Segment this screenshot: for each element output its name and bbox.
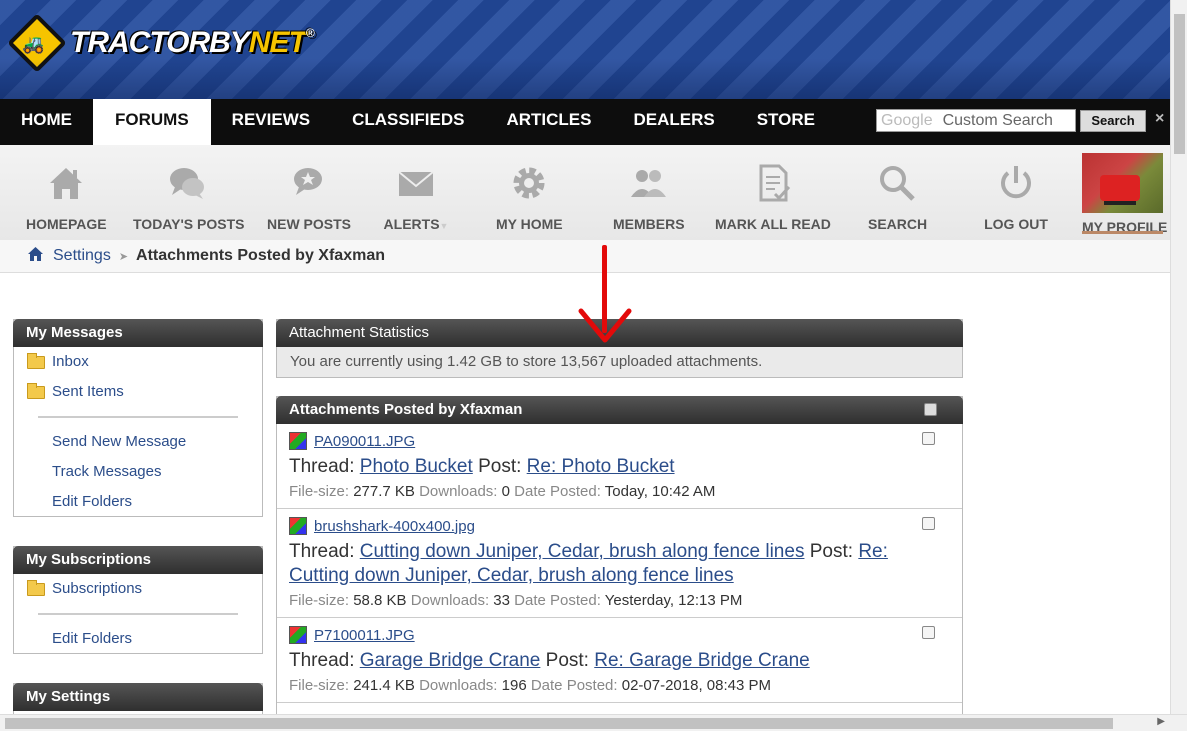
search-placeholder: Custom Search	[942, 111, 1053, 129]
scroll-thumb[interactable]	[5, 718, 1113, 729]
sidebar-messages-title: My Messages	[13, 319, 263, 347]
nav-forums[interactable]: FORUMS	[93, 99, 211, 145]
toolbar-alerts[interactable]: ALERTS▼	[382, 163, 450, 232]
people-icon	[613, 163, 683, 209]
page: 🚜 TRACTORBYNET® HOME FORUMS REVIEWS CLAS…	[0, 0, 1187, 731]
search-input[interactable]: Google Custom Search	[876, 109, 1076, 132]
gear-icon	[496, 163, 562, 209]
thread-link[interactable]: Cutting down Juniper, Cedar, brush along…	[360, 541, 805, 562]
select-all-checkbox[interactable]	[924, 403, 937, 416]
toolbar-homepage[interactable]: HOMEPAGE	[26, 163, 107, 232]
post-link[interactable]: Re: Photo Bucket	[527, 456, 675, 477]
attachment-file-link[interactable]: brushshark-400x400.jpg	[314, 518, 475, 535]
scroll-right-icon[interactable]: ▶	[1157, 716, 1165, 727]
sidebar-my-subscriptions: My Subscriptions Subscriptions Edit Fold…	[13, 546, 263, 654]
toolbar-search[interactable]: SEARCH	[868, 163, 927, 232]
home-icon[interactable]	[28, 246, 43, 266]
envelope-icon	[382, 163, 450, 209]
toolbar-log-out[interactable]: LOG OUT	[984, 163, 1048, 232]
sidebar-settings-title: My Settings	[13, 683, 263, 711]
sidebar-subscriptions-title: My Subscriptions	[13, 546, 263, 574]
attachments-panel: Attachments Posted by Xfaxman PA090011.J…	[276, 396, 963, 726]
sidebar-item-edit-folders[interactable]: Edit Folders	[14, 487, 262, 517]
toolbar-members[interactable]: MEMBERS	[613, 163, 685, 232]
toolbar-new-posts[interactable]: NEW POSTS	[267, 163, 351, 232]
sidebar-item-sent[interactable]: Sent Items	[14, 377, 262, 407]
google-brand-label: Google	[881, 111, 933, 129]
main-nav: HOME FORUMS REVIEWS CLASSIFIEDS ARTICLES…	[0, 99, 1170, 145]
folder-icon	[27, 579, 45, 596]
attachments-title: Attachments Posted by Xfaxman	[276, 396, 963, 424]
image-file-icon	[289, 626, 307, 644]
breadcrumb-settings-link[interactable]: Settings	[53, 247, 111, 265]
breadcrumb-separator-icon: ➤	[118, 250, 129, 263]
profile-underline	[1082, 231, 1163, 234]
row-checkbox[interactable]	[922, 432, 935, 445]
magnifier-icon	[868, 163, 926, 209]
header-banner: 🚜 TRACTORBYNET®	[0, 0, 1170, 99]
house-icon	[26, 163, 106, 209]
attachment-row: P7100011.JPG Thread: Garage Bridge Crane…	[277, 618, 962, 703]
nav-store[interactable]: STORE	[736, 99, 836, 145]
row-checkbox[interactable]	[922, 626, 935, 639]
power-icon	[984, 163, 1048, 209]
toolbar-my-home[interactable]: MY HOME	[496, 163, 563, 232]
dropdown-arrow-icon: ▼	[439, 221, 449, 231]
thread-link[interactable]: Photo Bucket	[360, 456, 473, 477]
attachment-file-link[interactable]: PA090011.JPG	[314, 433, 415, 450]
toolbar-mark-all-read[interactable]: MARK ALL READ	[715, 163, 831, 232]
image-file-icon	[289, 517, 307, 535]
tractor-sign-icon: 🚜	[7, 13, 67, 73]
sidebar-item-track[interactable]: Track Messages	[14, 457, 262, 487]
breadcrumb-current: Attachments Posted by Xfaxman	[136, 247, 385, 264]
nav-classifieds[interactable]: CLASSIFIEDS	[331, 99, 485, 145]
sidebar-item-subscriptions[interactable]: Subscriptions	[14, 574, 262, 604]
sidebar-my-messages: My Messages Inbox Sent Items Send New Me…	[13, 319, 263, 517]
stats-text: You are currently using 1.42 GB to store…	[277, 347, 962, 377]
nav-articles[interactable]: ARTICLES	[485, 99, 612, 145]
search-button[interactable]: Search	[1080, 110, 1146, 132]
post-link[interactable]: Re: Garage Bridge Crane	[594, 650, 809, 671]
annotation-arrow-head	[578, 308, 632, 343]
attachment-file-link[interactable]: P7100011.JPG	[314, 627, 415, 644]
vertical-scrollbar[interactable]	[1170, 0, 1187, 714]
sidebar-item-send-new[interactable]: Send New Message	[14, 427, 262, 457]
logo-text: TRACTORBYNET®	[70, 26, 315, 59]
row-checkbox[interactable]	[922, 517, 935, 530]
site-logo[interactable]: 🚜 TRACTORBYNET®	[7, 13, 315, 73]
thread-link[interactable]: Garage Bridge Crane	[360, 650, 541, 671]
sidebar-divider	[38, 416, 238, 418]
attachment-row: PA090011.JPG Thread: Photo Bucket Post: …	[277, 424, 962, 509]
breadcrumb: Settings ➤ Attachments Posted by Xfaxman	[0, 240, 1170, 273]
checklist-icon	[715, 163, 830, 209]
sidebar-divider	[38, 613, 238, 615]
profile-photo[interactable]	[1082, 153, 1163, 213]
chat-bubbles-icon	[133, 163, 241, 209]
nav-home[interactable]: HOME	[0, 99, 93, 145]
attachment-row: brushshark-400x400.jpg Thread: Cutting d…	[277, 509, 962, 618]
nav-dealers[interactable]: DEALERS	[612, 99, 735, 145]
nav-reviews[interactable]: REVIEWS	[211, 99, 331, 145]
new-chat-icon	[267, 163, 351, 209]
image-file-icon	[289, 432, 307, 450]
horizontal-scrollbar[interactable]: ▶	[0, 714, 1187, 731]
scroll-thumb[interactable]	[1174, 14, 1185, 154]
toolbar-todays-posts[interactable]: TODAY'S POSTS	[133, 163, 244, 232]
icon-toolbar: HOMEPAGE TODAY'S POSTS NEW POSTS ALERTS▼…	[0, 145, 1170, 240]
sidebar-item-inbox[interactable]: Inbox	[14, 347, 262, 377]
folder-icon	[27, 352, 45, 369]
close-icon[interactable]: ×	[1155, 110, 1164, 128]
folder-icon	[27, 382, 45, 399]
sidebar-item-edit-subscription-folders[interactable]: Edit Folders	[14, 624, 262, 654]
